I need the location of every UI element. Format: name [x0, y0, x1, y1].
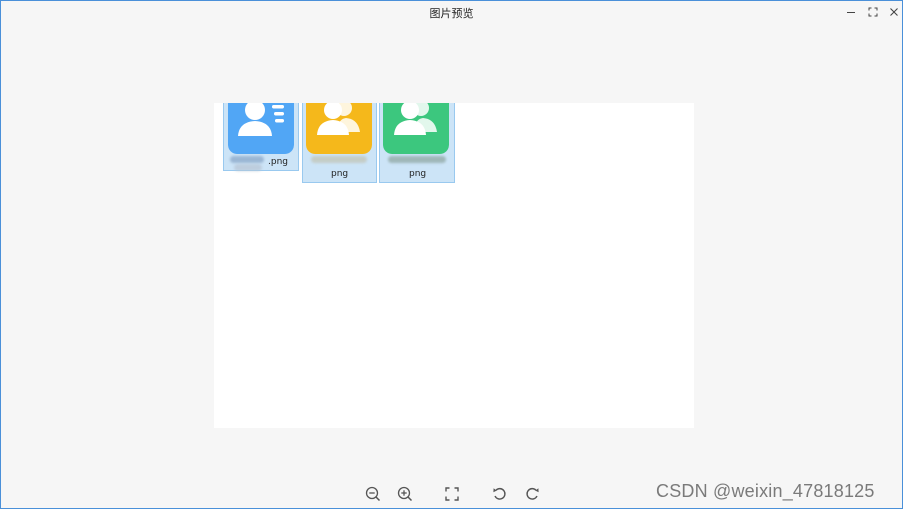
close-icon — [890, 8, 898, 16]
group-users-icon — [306, 103, 372, 154]
rotate-left-button[interactable] — [491, 485, 509, 503]
blurred-filename — [234, 164, 262, 171]
rotate-left-icon — [493, 487, 506, 500]
file-item: png — [302, 103, 377, 183]
file-name: png — [331, 169, 349, 179]
contact-card-icon — [228, 103, 294, 154]
file-item: .png — [223, 103, 299, 171]
fit-screen-icon — [445, 487, 459, 501]
blurred-filename — [388, 156, 446, 163]
file-name: .png — [268, 157, 288, 167]
zoom-out-button[interactable] — [364, 485, 382, 503]
file-thumbnail — [306, 103, 372, 154]
rotate-right-button[interactable] — [523, 485, 541, 503]
close-button[interactable] — [887, 5, 901, 19]
file-item: png — [379, 103, 455, 183]
file-name: png — [409, 169, 427, 179]
zoom-out-icon — [365, 486, 381, 502]
watermark: CSDN @weixin_47818125 — [656, 481, 875, 501]
blurred-filename — [230, 156, 264, 163]
rotate-right-icon — [526, 487, 539, 500]
zoom-in-button[interactable] — [396, 485, 414, 503]
fit-to-window-button[interactable] — [443, 485, 461, 503]
window-title: 图片预览 — [429, 7, 474, 20]
title-bar[interactable]: 图片预览 — [1, 1, 902, 23]
minimize-button[interactable] — [844, 5, 858, 19]
group-users-icon — [383, 103, 449, 154]
file-thumbnail — [383, 103, 449, 154]
file-thumbnail — [228, 103, 294, 154]
zoom-in-icon — [397, 486, 413, 502]
minimize-icon — [847, 12, 855, 13]
maximize-icon — [868, 7, 878, 17]
blurred-filename — [311, 156, 367, 163]
maximize-button[interactable] — [866, 5, 880, 19]
preview-image: .png png png — [214, 103, 694, 428]
image-preview-window: 图片预览 .png png png CSDN @weixin_47818125 — [0, 0, 903, 509]
